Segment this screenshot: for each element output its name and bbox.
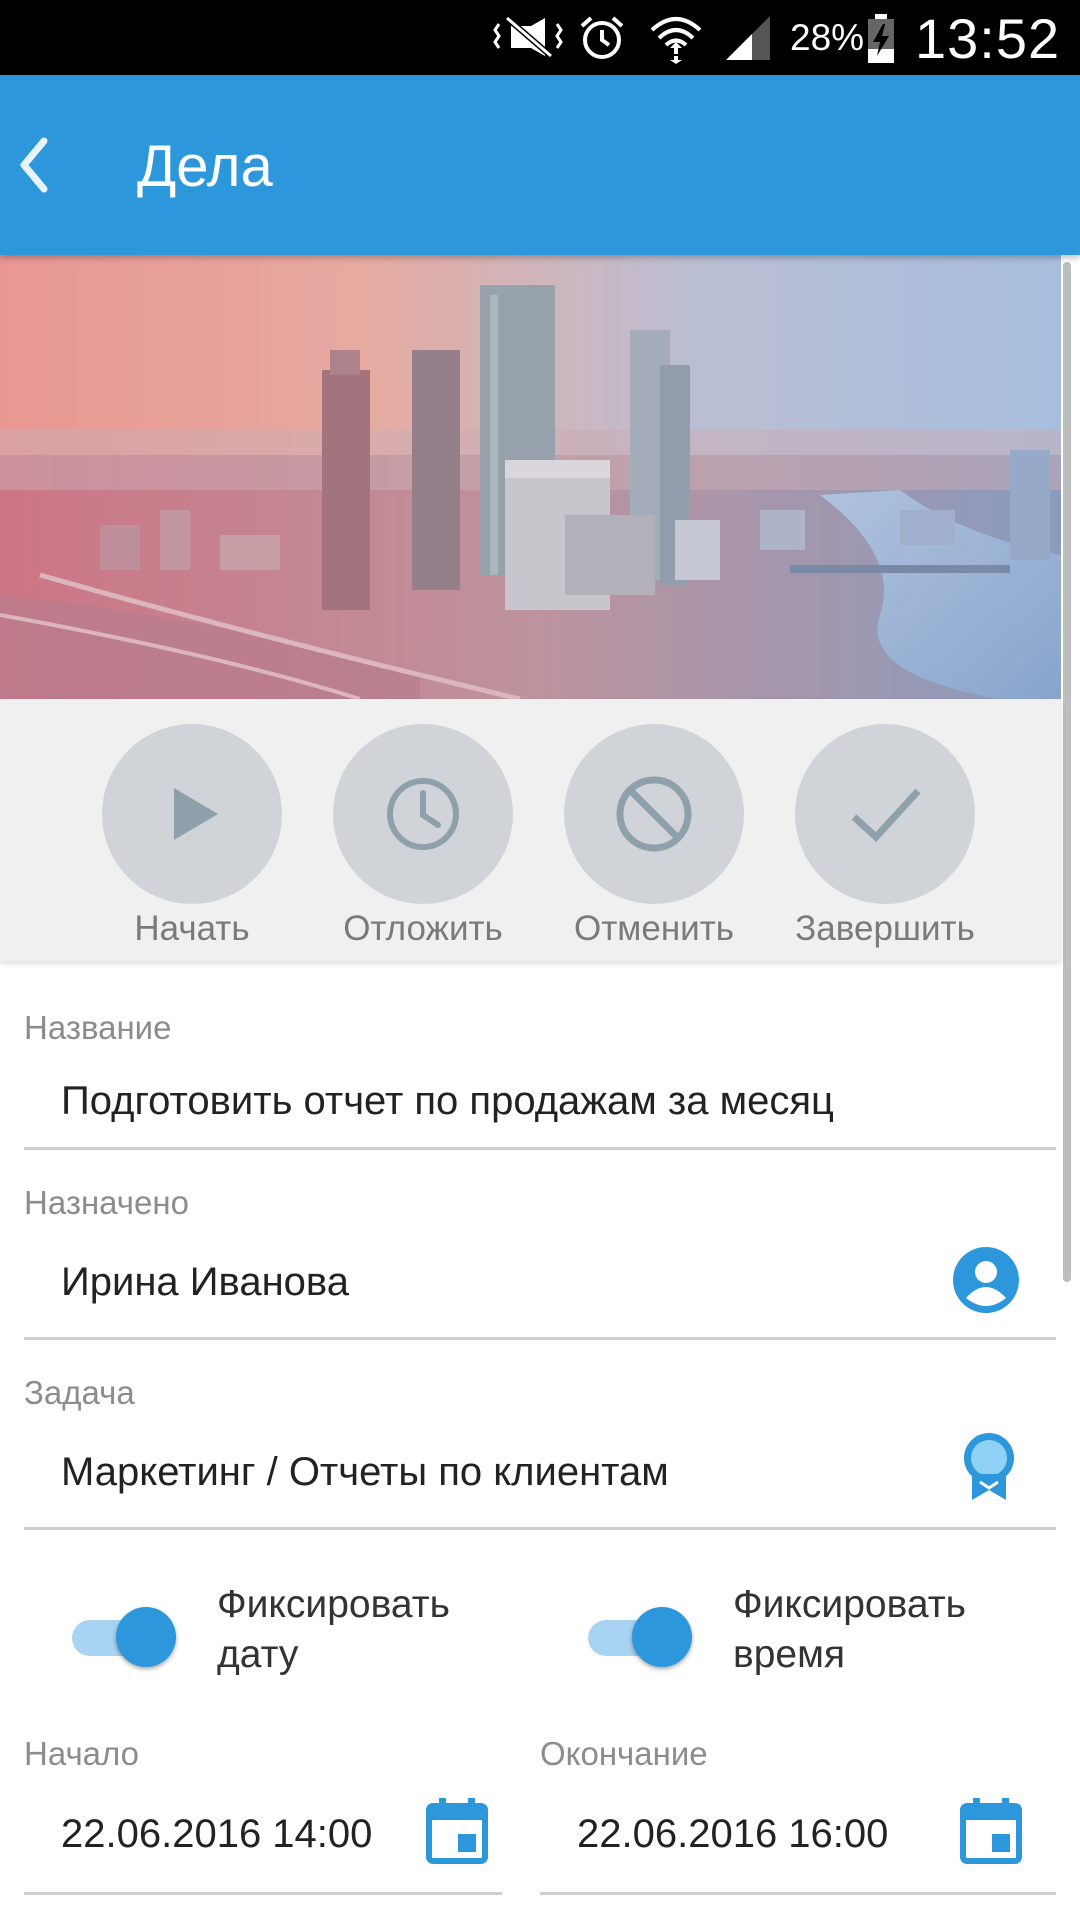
chevron-left-icon xyxy=(20,137,48,193)
fix-date-toggle-group: Фиксировать дату xyxy=(72,1580,492,1700)
wifi-icon xyxy=(650,17,702,64)
assigned-field[interactable]: Назначено Ирина Иванова xyxy=(24,1180,1056,1340)
page-title: Дела xyxy=(137,134,273,199)
assigned-caption: Назначено xyxy=(24,1184,189,1221)
status-bar: 28% 13:52 xyxy=(0,0,1080,75)
task-caption: Задача xyxy=(24,1374,135,1411)
battery-charging-icon xyxy=(868,14,894,63)
fix-time-label-line2: время xyxy=(733,1633,846,1676)
end-caption: Окончание xyxy=(540,1735,708,1772)
complete-label: Завершить xyxy=(795,909,975,948)
header-image xyxy=(0,255,1061,699)
check-icon xyxy=(851,788,921,842)
task-value: Маркетинг / Отчеты по клиентам xyxy=(61,1450,669,1494)
cancel-label: Отменить xyxy=(574,909,734,948)
cancel-circle xyxy=(564,724,744,904)
end-date-field[interactable]: Окончание 22.06.2016 16:00 xyxy=(540,1735,1056,1895)
complete-button[interactable]: Завершить xyxy=(785,724,985,954)
fix-time-label: Фиксировать время xyxy=(733,1580,1053,1680)
fix-date-label-line2: дату xyxy=(217,1633,299,1676)
fix-date-thumb xyxy=(116,1607,176,1667)
calendar-icon[interactable] xyxy=(426,1798,488,1864)
battery-percent: 28% xyxy=(790,17,865,58)
postpone-button[interactable]: Отложить xyxy=(323,724,523,954)
mute-vibrate-icon xyxy=(493,15,563,59)
fix-date-switch[interactable] xyxy=(72,1602,176,1668)
signal-icon xyxy=(726,16,770,60)
start-circle xyxy=(102,724,282,904)
name-caption: Название xyxy=(24,1009,172,1046)
cancel-button[interactable]: Отменить xyxy=(554,724,754,954)
start-button[interactable]: Начать xyxy=(92,724,292,954)
postpone-label: Отложить xyxy=(343,909,503,948)
account-circle-icon[interactable] xyxy=(952,1246,1020,1314)
start-caption: Начало xyxy=(24,1735,139,1772)
alarm-icon xyxy=(580,16,624,59)
start-date-field[interactable]: Начало 22.06.2016 14:00 xyxy=(24,1735,502,1895)
app-bar: Дела xyxy=(0,75,1080,255)
end-value: 22.06.2016 16:00 xyxy=(577,1812,889,1856)
task-field[interactable]: Задача Маркетинг / Отчеты по клиентам xyxy=(24,1370,1056,1530)
assigned-value: Ирина Иванова xyxy=(61,1260,349,1304)
back-button[interactable] xyxy=(6,125,86,205)
fix-time-toggle-group: Фиксировать время xyxy=(588,1580,1048,1700)
start-label: Начать xyxy=(134,909,250,948)
award-icon[interactable] xyxy=(958,1430,1020,1502)
fix-date-label: Фиксировать дату xyxy=(217,1580,537,1680)
name-value: Подготовить отчет по продажам за месяц xyxy=(61,1079,834,1123)
fix-date-label-line1: Фиксировать xyxy=(217,1583,450,1626)
play-icon xyxy=(174,788,218,840)
calendar-icon[interactable] xyxy=(960,1798,1022,1864)
fix-time-thumb xyxy=(632,1607,692,1667)
cancel-icon xyxy=(616,776,692,852)
fix-time-label-line1: Фиксировать xyxy=(733,1583,966,1626)
scrollbar[interactable] xyxy=(1063,262,1071,1282)
action-bar: Начать Отложить Отменить Завершить xyxy=(0,699,1061,961)
complete-circle xyxy=(795,724,975,904)
clock-icon xyxy=(387,778,459,850)
start-value: 22.06.2016 14:00 xyxy=(61,1812,373,1856)
postpone-circle xyxy=(333,724,513,904)
name-field[interactable]: Название Подготовить отчет по продажам з… xyxy=(24,1005,1056,1150)
fix-time-switch[interactable] xyxy=(588,1602,692,1668)
clock: 13:52 xyxy=(915,7,1061,70)
